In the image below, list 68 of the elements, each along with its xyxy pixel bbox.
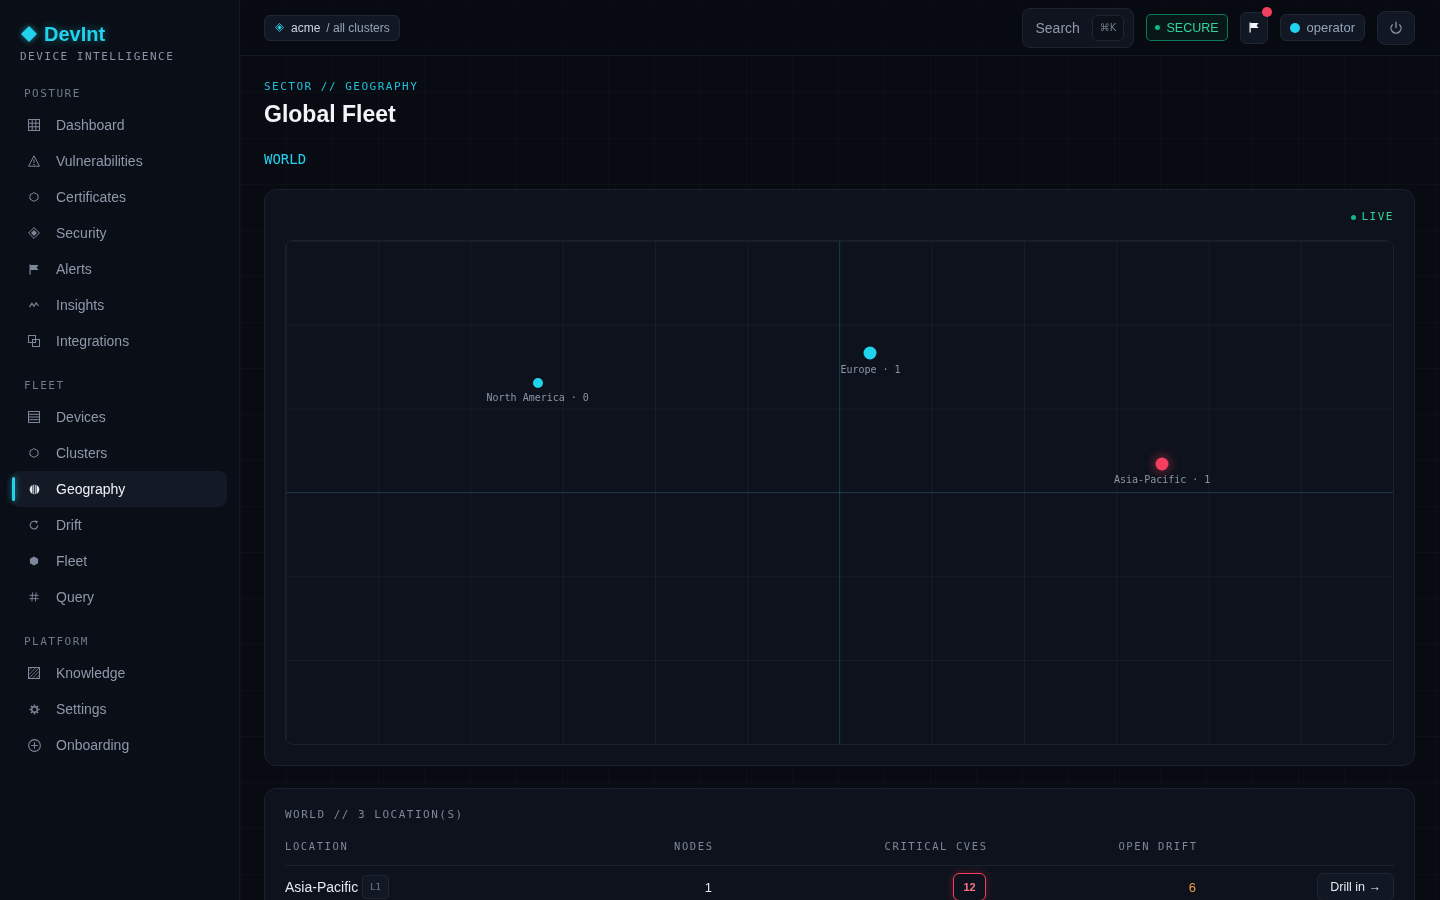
hexagon-icon xyxy=(29,448,39,458)
nav-item[interactable]: Integrations xyxy=(12,323,227,359)
table-caption: WORLD // 3 LOCATION(S) xyxy=(285,808,464,822)
warning-triangle-icon xyxy=(28,155,40,167)
nav-item[interactable]: Insights xyxy=(12,287,227,323)
location-marker-icon[interactable] xyxy=(1155,457,1169,471)
nav-item[interactable]: Knowledge xyxy=(12,655,227,691)
nav-item[interactable]: Security xyxy=(12,215,227,251)
hatched-square-icon xyxy=(28,667,40,679)
diamond-icon xyxy=(28,227,40,239)
cluster-switcher[interactable]: acme / all clusters xyxy=(264,14,400,41)
status-label: SECURE xyxy=(1166,20,1219,35)
live-label: LIVE xyxy=(1361,210,1394,224)
nav-section-title: FLEET xyxy=(24,379,65,393)
nav-item[interactable]: Drift xyxy=(12,507,227,543)
power-button[interactable] xyxy=(1377,10,1415,45)
page-eyebrow: SECTOR // GEOGRAPHY xyxy=(264,80,419,94)
flag-icon xyxy=(29,263,39,275)
refresh-icon xyxy=(29,520,39,530)
column-header: NODES xyxy=(674,839,714,853)
diamond-logo-icon xyxy=(21,26,37,42)
grid-icon xyxy=(28,119,40,131)
nav-section-title: PLATFORM xyxy=(24,635,89,649)
zigzag-icon xyxy=(29,302,39,308)
diamond-icon xyxy=(275,23,284,32)
hash-icon xyxy=(29,592,39,602)
shortcut-hint: ⌘K xyxy=(1091,14,1125,41)
drill-in-button[interactable]: Drill in → xyxy=(1317,873,1394,900)
brand-tagline: DEVICE INTELLIGENCE xyxy=(20,50,175,64)
nav-item[interactable]: Fleet xyxy=(12,543,227,579)
nav-item[interactable]: Settings xyxy=(12,691,227,727)
location-marker-icon[interactable] xyxy=(532,378,543,388)
search-button[interactable]: Search ⌘K xyxy=(1022,7,1135,48)
list-icon xyxy=(28,411,40,423)
nav-item[interactable]: Alerts xyxy=(12,251,227,287)
filled-hexagon-icon xyxy=(29,556,39,566)
nav-item[interactable]: Certificates xyxy=(12,179,227,215)
location-marker-icon[interactable] xyxy=(864,346,877,360)
hexagon-icon xyxy=(29,192,39,202)
nav-item[interactable]: Vulnerabilities xyxy=(12,143,227,179)
location-name: Asia-Pacific xyxy=(285,879,359,895)
column-header: OPEN DRIFT xyxy=(1118,839,1198,853)
breadcrumb-link[interactable]: WORLD xyxy=(264,150,307,168)
brand-name: DevInt xyxy=(44,22,106,46)
status-dot-icon xyxy=(1155,25,1161,30)
location-label: Asia-Pacific · 1 xyxy=(1114,474,1211,487)
location-label: North America · 0 xyxy=(486,392,589,404)
nav-item[interactable]: Devices xyxy=(12,399,227,435)
nav-item[interactable]: Onboarding xyxy=(12,727,227,763)
user-menu-button[interactable]: operator xyxy=(1279,14,1365,41)
gear-icon xyxy=(28,703,40,715)
location-label: Europe · 1 xyxy=(840,363,901,376)
nav-section-title: POSTURE xyxy=(24,87,81,101)
nav-item[interactable]: Dashboard xyxy=(12,107,227,143)
nav-item[interactable]: Clusters xyxy=(12,435,227,471)
overlapping-squares-icon xyxy=(28,335,40,347)
plus-circle-icon xyxy=(27,738,41,752)
nav-item[interactable]: Query xyxy=(12,579,227,615)
power-icon xyxy=(1390,21,1402,34)
page-title: Global Fleet xyxy=(264,100,396,128)
nav-item[interactable]: Geography xyxy=(12,471,227,507)
node-count: 1 xyxy=(704,879,712,895)
column-header: LOCATION xyxy=(285,839,349,853)
column-header: CRITICAL CVES xyxy=(884,839,988,853)
globe-icon xyxy=(28,483,40,495)
tier-tag: L1 xyxy=(362,875,389,899)
flag-icon xyxy=(1248,22,1259,33)
drift-count: 6 xyxy=(1188,879,1196,895)
